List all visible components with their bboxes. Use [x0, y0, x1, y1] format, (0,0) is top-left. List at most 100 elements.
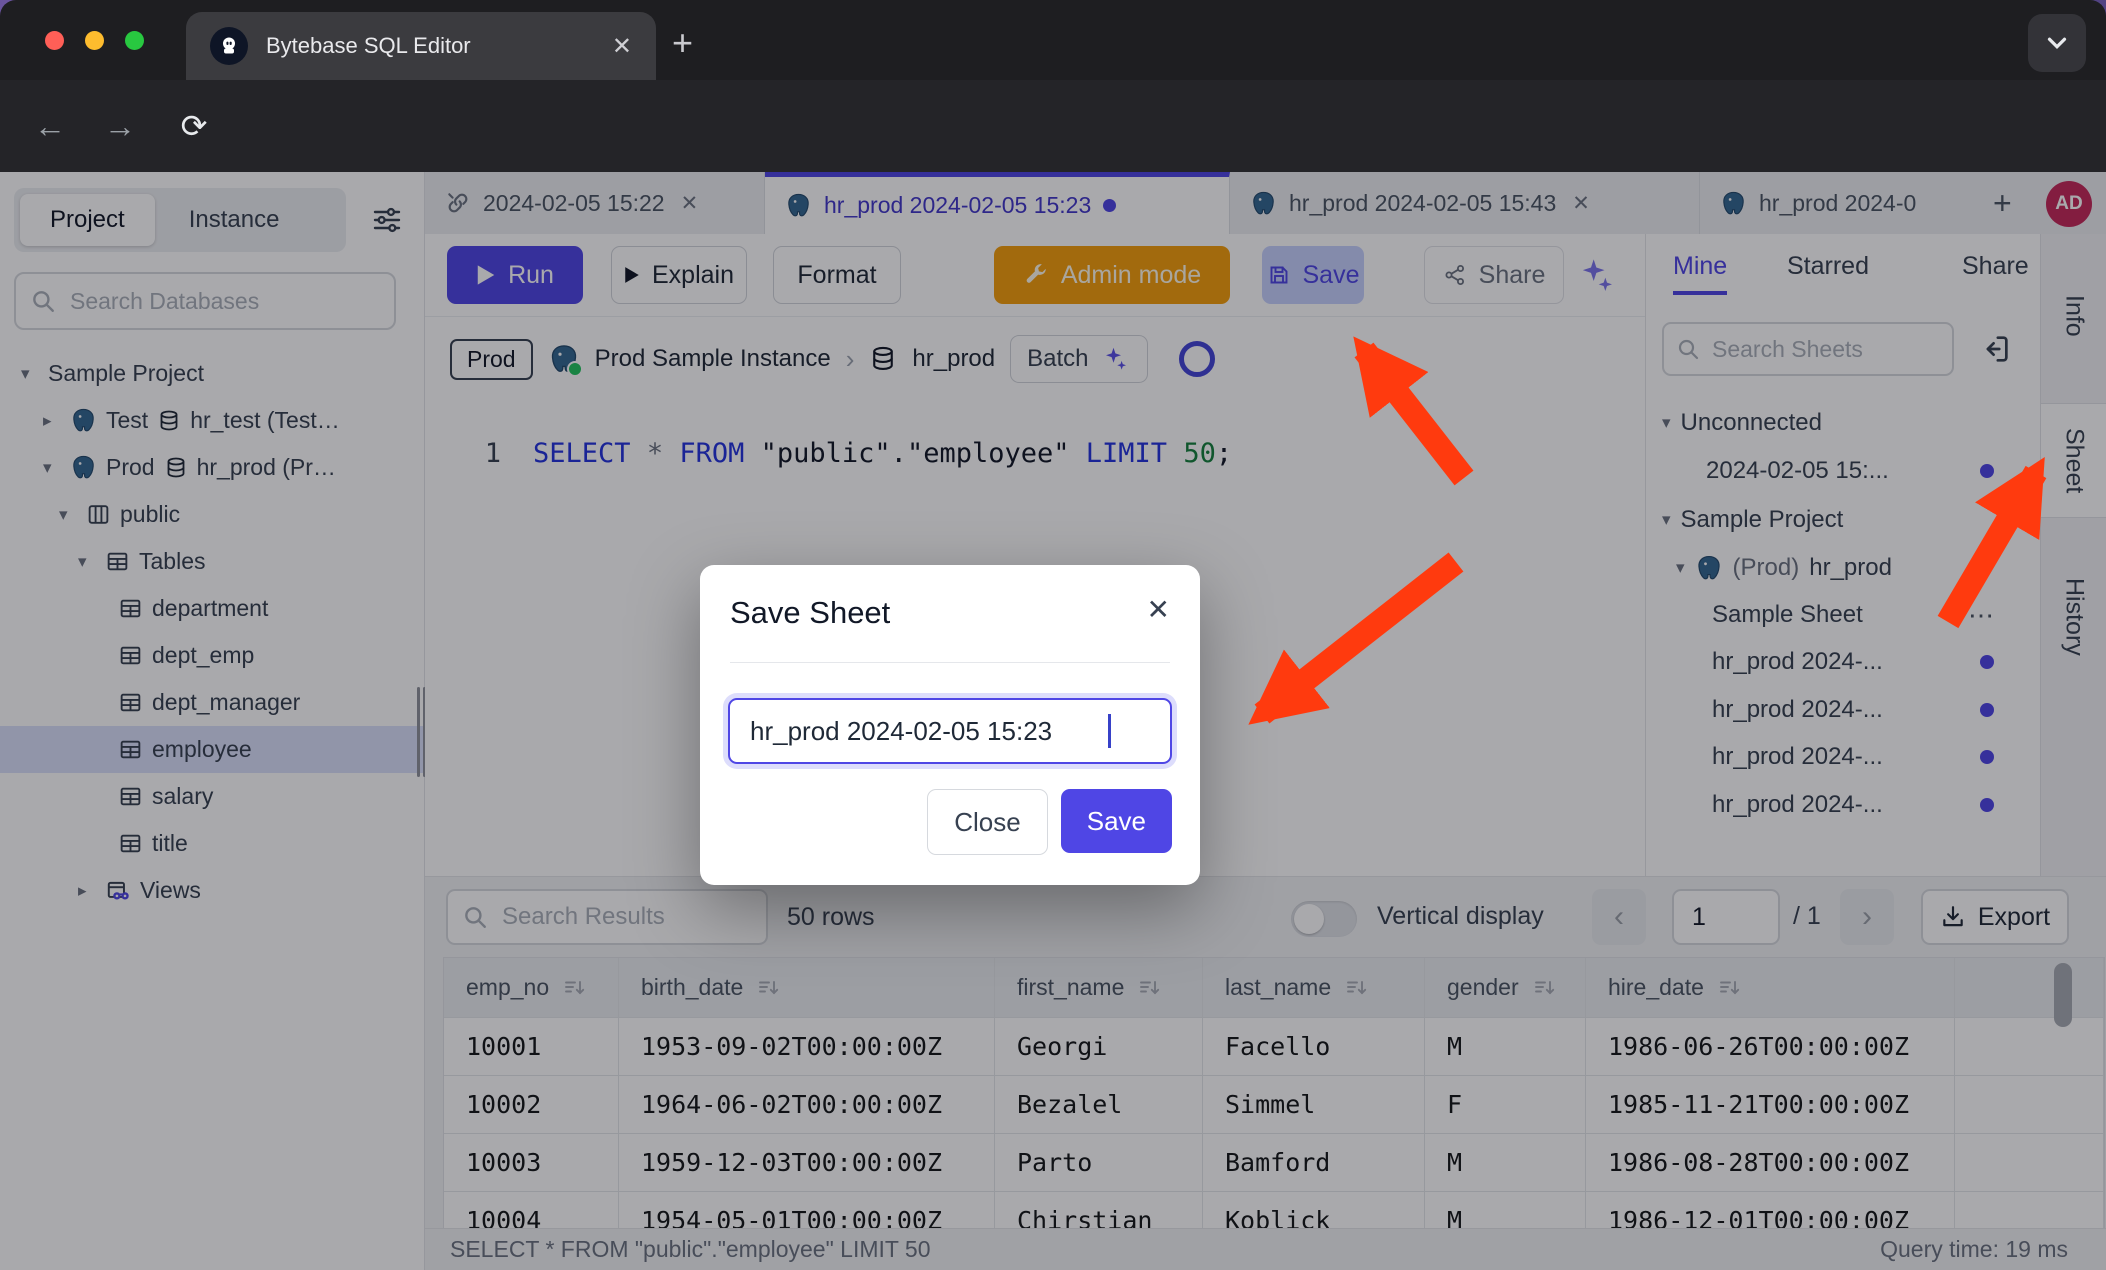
- table-row[interactable]: 100031959-12-03T00:00:00ZPartoBamfordM19…: [444, 1134, 2104, 1192]
- tree-item-title[interactable]: title: [0, 820, 424, 867]
- column-header[interactable]: emp_no: [444, 958, 619, 1018]
- back-button[interactable]: ←: [18, 108, 82, 145]
- ai-sparkle-icon[interactable]: [1577, 256, 1617, 296]
- browser-tab[interactable]: Bytebase SQL Editor ✕: [186, 12, 656, 80]
- export-button[interactable]: Export: [1921, 889, 2069, 945]
- window-close-button[interactable]: [45, 31, 64, 50]
- sheet-item-2[interactable]: hr_prod 2024-...: [1646, 686, 2040, 734]
- tree-item-views[interactable]: ▸ Views: [0, 867, 424, 914]
- sort-icon[interactable]: [1345, 976, 1369, 1000]
- database-search[interactable]: [14, 272, 396, 330]
- new-tab-button[interactable]: +: [672, 22, 693, 64]
- reload-button[interactable]: ⟳: [162, 107, 226, 145]
- chevron-down-icon[interactable]: ▾: [1676, 558, 1685, 578]
- sheet-item-unconnected[interactable]: 2024-02-05 15:...: [1646, 447, 2040, 495]
- tab-search-button[interactable]: [2028, 14, 2086, 72]
- admin-mode-button[interactable]: Admin mode: [994, 246, 1230, 304]
- tab-project[interactable]: Project: [20, 194, 155, 246]
- batch-button[interactable]: Batch: [1010, 335, 1147, 383]
- column-header[interactable]: gender: [1425, 958, 1586, 1018]
- sort-icon[interactable]: [563, 976, 587, 1000]
- column-header[interactable]: hire_date: [1586, 958, 1955, 1018]
- more-actions-icon[interactable]: ⋯: [1968, 600, 1996, 631]
- save-sheet-button[interactable]: Save: [1262, 246, 1364, 304]
- new-sheet-tab-button[interactable]: +: [1977, 172, 2028, 234]
- table-row[interactable]: 100011953-09-02T00:00:00ZGeorgiFacelloM1…: [444, 1018, 2104, 1076]
- rail-tab-info[interactable]: Info: [2041, 262, 2106, 370]
- sheet-search-input[interactable]: [1710, 335, 1940, 364]
- close-tab-icon[interactable]: ✕: [1572, 191, 1590, 216]
- close-tab-icon[interactable]: ✕: [681, 191, 699, 216]
- forward-button[interactable]: →: [88, 108, 152, 145]
- column-header[interactable]: birth_date: [619, 958, 995, 1018]
- sheet-group-unconnected[interactable]: ▾ Unconnected: [1646, 399, 2040, 447]
- ai-assistant-icon[interactable]: [1179, 341, 1215, 377]
- sheet-item-3[interactable]: hr_prod 2024-...: [1646, 733, 2040, 781]
- browser-tab-close-icon[interactable]: ✕: [612, 32, 632, 61]
- window-zoom-button[interactable]: [125, 31, 144, 50]
- dialog-save-button[interactable]: Save: [1061, 789, 1172, 853]
- environment-chip[interactable]: Prod: [450, 339, 533, 380]
- sort-icon[interactable]: [1533, 976, 1557, 1000]
- column-header[interactable]: first_name: [995, 958, 1203, 1018]
- explain-button[interactable]: Explain: [611, 246, 747, 304]
- dock-panel-icon[interactable]: [1978, 332, 2012, 366]
- page-number-input[interactable]: [1672, 889, 1780, 945]
- sort-icon[interactable]: [1138, 976, 1162, 1000]
- database-name[interactable]: hr_prod: [912, 345, 995, 373]
- sheet-item-1[interactable]: hr_prod 2024-...: [1646, 638, 2040, 686]
- chevron-right-icon[interactable]: ▸: [78, 881, 96, 901]
- dialog-close-button[interactable]: Close: [927, 789, 1047, 855]
- sheet-item-sample-sheet[interactable]: Sample Sheet ⋯: [1646, 591, 2040, 639]
- table-row[interactable]: 100021964-06-02T00:00:00ZBezalelSimmelF1…: [444, 1076, 2104, 1134]
- sheet-name-input[interactable]: [748, 715, 1112, 748]
- sheet-connection-hr-prod[interactable]: ▾ (Prod) hr_prod: [1646, 544, 2040, 592]
- tree-item-public[interactable]: ▾ public: [0, 491, 424, 538]
- table-row[interactable]: 100041954-05-01T00:00:00ZChirstianKoblic…: [444, 1192, 2104, 1228]
- share-button[interactable]: Share: [1424, 246, 1564, 304]
- window-minimize-button[interactable]: [85, 31, 104, 50]
- tree-item-hr-prod[interactable]: ▾ Prod hr_prod (Pr…: [0, 444, 424, 491]
- chevron-right-icon[interactable]: ▸: [43, 411, 61, 431]
- chevron-down-icon[interactable]: ▾: [1662, 413, 1671, 433]
- tab-mine[interactable]: Mine: [1673, 252, 1727, 295]
- tree-item-department[interactable]: department: [0, 585, 424, 632]
- tree-item-hr-test[interactable]: ▸ Test hr_test (Test…: [0, 397, 424, 444]
- tab-starred[interactable]: Starred: [1787, 252, 1869, 281]
- results-search[interactable]: [446, 889, 768, 945]
- results-search-input[interactable]: [500, 902, 752, 932]
- tab-instance[interactable]: Instance: [163, 206, 306, 234]
- tree-item-salary[interactable]: salary: [0, 773, 424, 820]
- tab-share[interactable]: Share: [1962, 252, 2029, 281]
- sheet-group-sample-project[interactable]: ▾ Sample Project: [1646, 496, 2040, 544]
- run-button[interactable]: Run: [447, 246, 583, 304]
- tree-item-dept-manager[interactable]: dept_manager: [0, 679, 424, 726]
- dialog-close-icon[interactable]: ✕: [1147, 593, 1170, 626]
- table-scrollbar[interactable]: [2054, 963, 2072, 1027]
- editor-tab-2-active[interactable]: hr_prod 2024-02-05 15:23: [765, 172, 1230, 234]
- sort-icon[interactable]: [1718, 976, 1742, 1000]
- rail-tab-sheet[interactable]: Sheet: [2041, 403, 2106, 518]
- sort-icon[interactable]: [757, 976, 781, 1000]
- editor-tab-1[interactable]: 2024-02-05 15:22 ✕: [425, 172, 765, 234]
- user-avatar[interactable]: AD: [2046, 181, 2092, 227]
- chevron-down-icon[interactable]: ▾: [59, 505, 77, 525]
- editor-tab-3[interactable]: hr_prod 2024-02-05 15:43 ✕: [1230, 172, 1700, 234]
- column-header[interactable]: last_name: [1203, 958, 1425, 1018]
- chevron-down-icon[interactable]: ▾: [21, 364, 39, 384]
- instance-name[interactable]: Prod Sample Instance: [595, 345, 831, 373]
- chevron-down-icon[interactable]: ▾: [1662, 510, 1671, 530]
- sheet-search[interactable]: [1662, 322, 1954, 376]
- next-page-button[interactable]: ›: [1840, 889, 1894, 945]
- tree-item-dept-emp[interactable]: dept_emp: [0, 632, 424, 679]
- chevron-down-icon[interactable]: ▾: [78, 552, 96, 572]
- database-search-input[interactable]: [68, 287, 380, 316]
- tree-item-tables[interactable]: ▾ Tables: [0, 538, 424, 585]
- prev-page-button[interactable]: ‹: [1592, 889, 1646, 945]
- tree-item-sample-project[interactable]: ▾ Sample Project: [0, 350, 424, 397]
- rail-tab-history[interactable]: History: [2041, 537, 2106, 697]
- tree-item-employee[interactable]: employee: [0, 726, 424, 773]
- chevron-down-icon[interactable]: ▾: [43, 458, 61, 478]
- vertical-display-toggle[interactable]: [1291, 901, 1357, 937]
- format-button[interactable]: Format: [773, 246, 901, 304]
